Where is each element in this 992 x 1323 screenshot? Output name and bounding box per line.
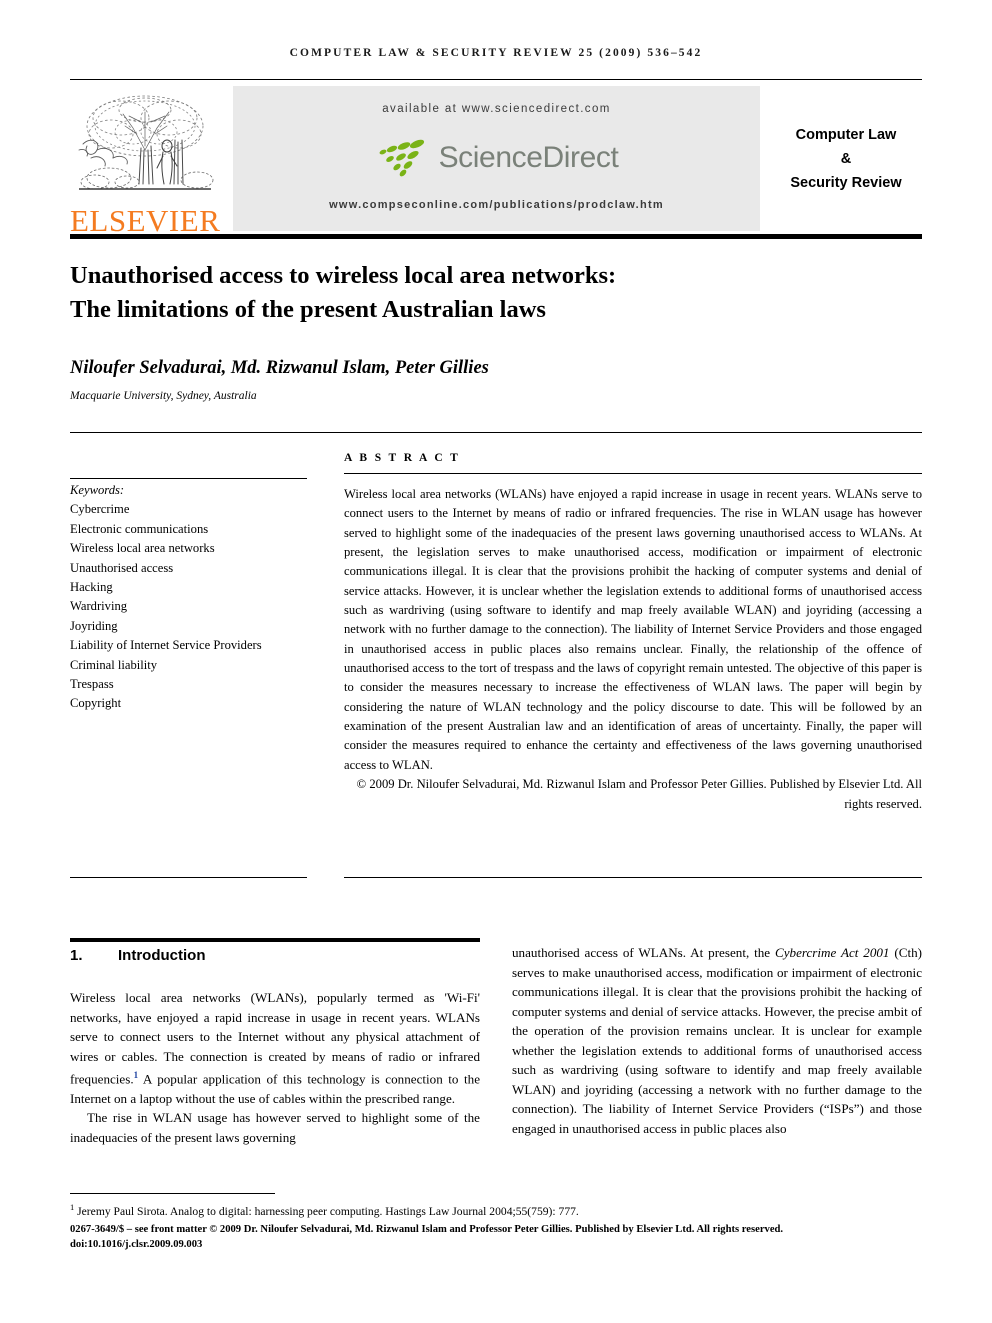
- keyword-item: Copyright: [70, 696, 122, 711]
- elsevier-tree-icon: [78, 95, 214, 190]
- doi-line: doi:10.1016/j.clsr.2009.09.003: [70, 1239, 203, 1250]
- journal-title-box: Computer Law & Security Review: [770, 86, 922, 231]
- section-title: Introduction: [118, 947, 206, 964]
- issn-copyright-line: 0267-3649/$ – see front matter © 2009 Dr…: [70, 1224, 784, 1235]
- keywords-list: Keywords: Cybercrime Electronic communic…: [70, 481, 307, 714]
- paragraph: unauthorised access of WLANs. At present…: [512, 943, 922, 1138]
- body-column-right: unauthorised access of WLANs. At present…: [512, 943, 922, 1138]
- statute-name: Cybercrime Act 2001: [774, 945, 890, 960]
- section-heading: 1. Introduction: [70, 947, 480, 964]
- authors-rule-bottom: [70, 432, 922, 433]
- journal-url: www.compseconline.com/publications/prodc…: [329, 199, 664, 211]
- footnote: 1 Jeremy Paul Sirota. Analog to digital:…: [70, 1199, 922, 1220]
- journal-title-line-3: Security Review: [790, 174, 902, 191]
- paragraph: The rise in WLAN usage has however serve…: [70, 1110, 480, 1145]
- abstract-heading: A B S T R A C T: [344, 452, 461, 464]
- abstract-rule-top: [344, 473, 922, 474]
- footnote-text: Jeremy Paul Sirota. Analog to digital: h…: [74, 1204, 579, 1218]
- elsevier-logo-block: ELSEVIER: [70, 88, 221, 238]
- keyword-item: Electronic communications: [70, 521, 209, 536]
- keyword-item: Joyriding: [70, 618, 118, 633]
- keyword-item: Wardriving: [70, 599, 128, 614]
- keyword-item: Trespass: [70, 677, 114, 692]
- header-rule-top: [70, 79, 922, 80]
- keyword-item: Cybercrime: [70, 502, 130, 517]
- page-title: Unauthorised access to wireless local ar…: [70, 259, 830, 327]
- running-head: COMPUTER LAW & SECURITY REVIEW 25 (2009)…: [289, 47, 703, 59]
- sciencedirect-banner: available at www.sciencedirect.com Scien…: [233, 86, 760, 231]
- sciencedirect-logo: ScienceDirect: [233, 134, 760, 182]
- keyword-item: Hacking: [70, 580, 113, 595]
- section-number: 1.: [70, 947, 83, 964]
- journal-title-line-2: &: [840, 150, 852, 167]
- masthead-rule-bottom: [70, 234, 922, 239]
- article-title-line-2: The limitations of the present Australia…: [70, 296, 546, 323]
- abstract-body: Wireless local area networks (WLANs) hav…: [344, 487, 922, 772]
- paragraph: Wireless local area networks (WLANs), po…: [70, 988, 480, 1108]
- body-column-left: Wireless local area networks (WLANs), po…: [70, 988, 480, 1147]
- article-title-line-1: Unauthorised access to wireless local ar…: [70, 262, 617, 289]
- author-list: Niloufer Selvadurai, Md. Rizwanul Islam,…: [70, 358, 489, 378]
- masthead: ELSEVIER available at www.sciencedirect.…: [70, 86, 922, 238]
- abstract-copyright: © 2009 Dr. Niloufer Selvadurai, Md. Rizw…: [356, 777, 922, 811]
- sciencedirect-wordmark: ScienceDirect: [438, 141, 619, 174]
- elsevier-wordmark: ELSEVIER: [70, 203, 221, 238]
- affiliation: Macquarie University, Sydney, Australia: [70, 390, 257, 402]
- keyword-item: Unauthorised access: [70, 560, 174, 575]
- paragraph-text-b: (Cth) serves to make unauthorised access…: [512, 945, 922, 1136]
- sciencedirect-leaves-icon: [379, 139, 424, 177]
- available-at-text: available at www.sciencedirect.com: [382, 103, 611, 115]
- keyword-item: Wireless local area networks: [70, 541, 215, 556]
- journal-title-line-1: Computer Law: [795, 126, 897, 143]
- keywords-rule-bottom: [70, 877, 307, 878]
- keywords-rule-top: [70, 478, 307, 479]
- keyword-item: Criminal liability: [70, 657, 158, 672]
- journal-article-page: COMPUTER LAW & SECURITY REVIEW 25 (2009)…: [0, 0, 992, 1323]
- section-rule: [70, 938, 480, 942]
- footnote-rule: [70, 1193, 275, 1194]
- keywords-heading: Keywords:: [70, 483, 125, 497]
- footer: 0267-3649/$ – see front matter © 2009 Dr…: [70, 1222, 922, 1252]
- abstract-rule-bottom: [344, 877, 922, 878]
- keyword-item: Liability of Internet Service Providers: [70, 638, 262, 653]
- abstract-section: A B S T R A C T Wireless local area netw…: [344, 452, 922, 814]
- paragraph-text-a: unauthorised access of WLANs. At present…: [512, 945, 775, 960]
